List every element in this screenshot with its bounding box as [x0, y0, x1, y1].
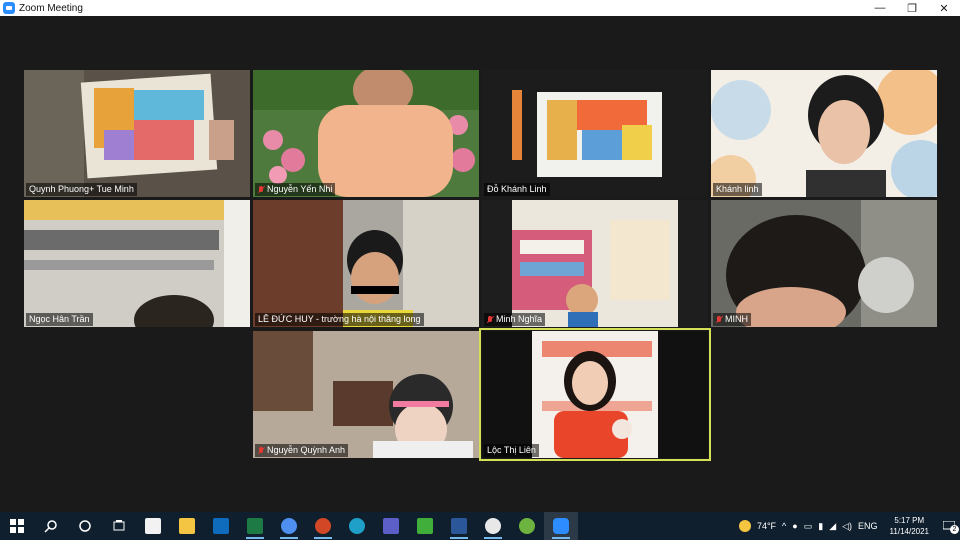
participant-video — [711, 70, 937, 197]
participant-video — [253, 331, 479, 458]
maximize-button[interactable]: ❐ — [896, 0, 928, 16]
chrome-icon[interactable] — [272, 512, 306, 540]
mail-icon[interactable] — [204, 512, 238, 540]
active-speaker-tile[interactable]: Lộc Thị Liên — [479, 328, 711, 461]
participant-name-label: Minh Nghĩa — [484, 313, 546, 326]
participant-tile[interactable]: LÊ ĐỨC HUY - trường hà nội thăng long — [253, 200, 479, 327]
word-icon[interactable] — [442, 512, 476, 540]
greenshot-icon[interactable] — [510, 512, 544, 540]
chevron-up-icon[interactable]: ^ — [782, 521, 786, 531]
participant-video — [711, 200, 937, 327]
language-indicator[interactable]: ENG — [858, 521, 878, 531]
participant-video — [482, 331, 708, 458]
participant-tile[interactable]: Nguyễn Quỳnh Anh — [253, 331, 479, 458]
store-icon[interactable] — [136, 512, 170, 540]
windows-taskbar: 74°F ^ ● ▭ ▮ ◢ ◁) ENG 5:17 PM 11/14/2021… — [0, 512, 960, 540]
minimize-button[interactable]: — — [864, 0, 896, 16]
participant-name-label: LÊ ĐỨC HUY - trường hà nội thăng long — [255, 313, 424, 326]
participant-tile[interactable]: Minh Nghĩa — [482, 200, 708, 327]
chrome-badge-icon[interactable] — [476, 512, 510, 540]
participant-name-label: Quynh Phuong+ Tue Minh — [26, 183, 137, 196]
search-icon[interactable] — [34, 512, 68, 540]
window-title: Zoom Meeting — [19, 2, 83, 14]
speaker-icon[interactable]: ◁) — [842, 521, 852, 532]
participant-tile[interactable]: Quynh Phuong+ Tue Minh — [24, 70, 250, 197]
participant-name-label: Lộc Thị Liên — [484, 444, 539, 457]
excel-icon[interactable] — [238, 512, 272, 540]
start-icon[interactable] — [0, 512, 34, 540]
weather-temp[interactable]: 74°F — [757, 521, 776, 531]
participant-tile[interactable]: Khánh linh — [711, 70, 937, 197]
participant-name-label: MINH — [713, 313, 751, 326]
title-bar: Zoom Meeting — ❐ ✕ — [0, 0, 960, 16]
weather-icon[interactable] — [738, 520, 751, 532]
file-explorer-icon[interactable] — [170, 512, 204, 540]
muted-mic-icon — [258, 446, 264, 455]
participant-video — [253, 200, 479, 327]
zoom-app-icon — [3, 2, 15, 14]
participant-tile[interactable]: Nguyễn Yến Nhi — [253, 70, 479, 197]
participant-video — [482, 70, 708, 197]
muted-mic-icon — [258, 185, 264, 194]
participant-tile[interactable]: Ngọc Hân Trần — [24, 200, 250, 327]
muted-mic-icon — [716, 315, 722, 324]
teams-icon[interactable] — [374, 512, 408, 540]
zoom-icon[interactable] — [544, 512, 578, 540]
participant-name-label: Khánh linh — [713, 183, 762, 196]
cortana-icon[interactable] — [68, 512, 102, 540]
gallery-view: Quynh Phuong+ Tue Minh Nguyễn Yến Nhi Đỗ… — [0, 16, 960, 512]
battery-icon[interactable]: ▮ — [818, 521, 823, 532]
camtasia-icon[interactable] — [408, 512, 442, 540]
task-view-icon[interactable] — [102, 512, 136, 540]
participant-name-label: Đỗ Khánh Linh — [484, 183, 550, 196]
participant-name-label: Ngọc Hân Trần — [26, 313, 93, 326]
display-icon[interactable]: ▭ — [804, 521, 813, 532]
close-button[interactable]: ✕ — [928, 0, 960, 16]
clock[interactable]: 5:17 PM 11/14/2021 — [887, 515, 932, 537]
participant-tile[interactable]: MINH — [711, 200, 937, 327]
notification-center-icon[interactable]: 2 — [938, 516, 960, 536]
system-tray: 74°F ^ ● ▭ ▮ ◢ ◁) ENG 5:17 PM 11/14/2021… — [736, 512, 960, 540]
window-controls: — ❐ ✕ — [864, 0, 960, 16]
notification-badge: 2 — [950, 525, 959, 534]
participant-video — [24, 200, 250, 327]
participant-video — [482, 200, 708, 327]
muted-mic-icon — [487, 315, 493, 324]
microphone-icon[interactable]: ● — [792, 521, 797, 531]
participant-video — [24, 70, 250, 197]
powerpoint-icon[interactable] — [306, 512, 340, 540]
participant-name-label: Nguyễn Quỳnh Anh — [255, 444, 349, 457]
participant-tile[interactable]: Đỗ Khánh Linh — [482, 70, 708, 197]
participant-video — [253, 70, 479, 197]
network-icon[interactable]: ◢ — [829, 521, 836, 532]
participant-name-label: Nguyễn Yến Nhi — [255, 183, 336, 196]
edge-icon[interactable] — [340, 512, 374, 540]
